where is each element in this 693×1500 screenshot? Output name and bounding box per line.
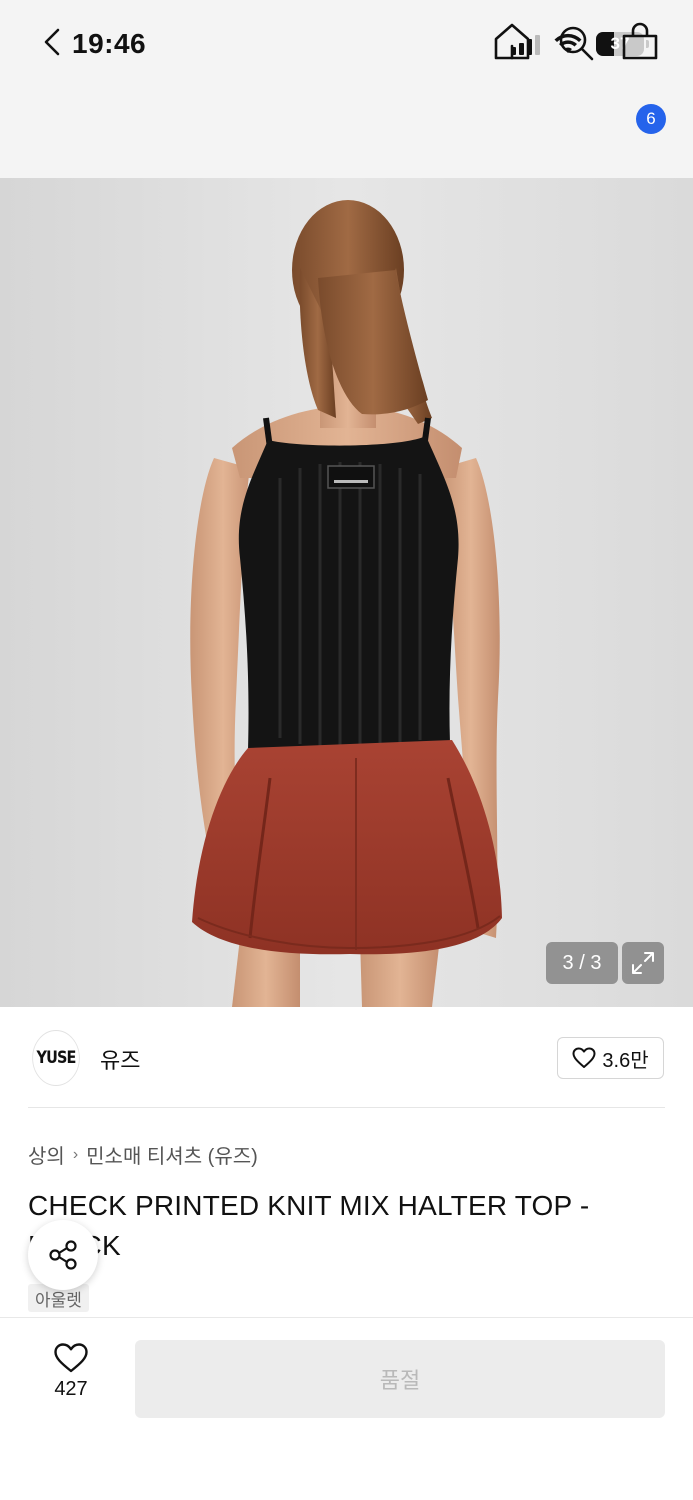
expand-image-button[interactable] [622,942,664,984]
breadcrumb: 상의 › 민소매 티셔츠 (유즈) [28,1140,258,1169]
chevron-left-icon [44,28,60,56]
brand-logo[interactable]: YUSE [32,1030,80,1086]
cart-button[interactable] [620,20,660,64]
product-image[interactable] [0,178,693,1007]
heart-icon [572,1047,596,1068]
heart-icon [54,1343,88,1373]
navigation-bar [0,90,693,178]
sold-out-button[interactable]: 품절 [135,1340,665,1418]
model-photo [0,178,693,1007]
expand-icon [632,952,654,974]
shopping-bag-icon [622,22,658,60]
share-icon [49,1240,77,1270]
brand-name[interactable]: 유즈 [100,1043,140,1075]
home-button[interactable] [492,20,532,64]
chevron-right-icon: › [72,1145,79,1163]
image-counter: 3 / 3 [546,942,618,984]
breadcrumb-subcategory[interactable]: 민소매 티셔츠 (유즈) [86,1140,258,1169]
search-button[interactable] [556,20,596,64]
like-button[interactable]: 427 [40,1342,102,1414]
breadcrumb-category[interactable]: 상의 [28,1140,65,1169]
status-time: 19:46 [72,28,147,59]
product-title: CHECK PRINTED KNIT MIX HALTER TOP - BLAC… [28,1190,590,1261]
brand-favorite-button[interactable]: 3.6만 [557,1037,664,1079]
like-count: 427 [54,1378,88,1400]
cart-count-badge: 6 [636,104,666,134]
divider [28,1107,665,1108]
back-button[interactable] [34,22,74,62]
search-icon [559,26,594,61]
brand-favorite-count: 3.6만 [602,1049,649,1072]
home-icon [494,23,530,60]
share-button[interactable] [28,1220,98,1290]
